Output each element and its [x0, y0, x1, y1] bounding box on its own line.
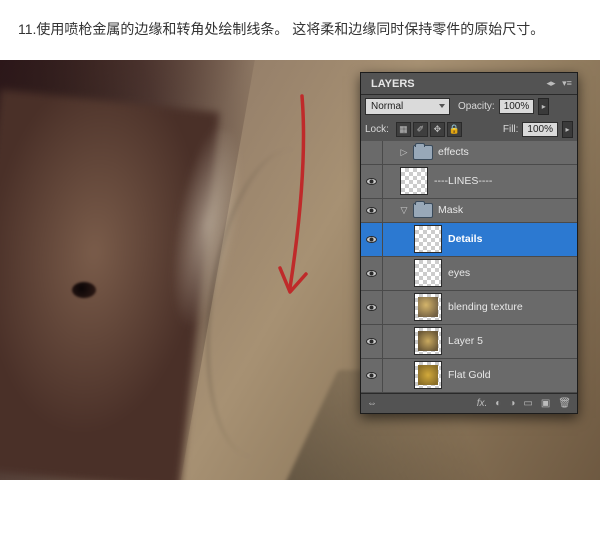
layer-eyes[interactable]: eyes [361, 257, 577, 291]
opacity-value[interactable]: 100% [499, 99, 535, 114]
artwork-navel [72, 282, 96, 298]
layers-panel: LAYERS ◂▸ ▾≡ Normal Opacity: 100% ▸ Lock… [360, 72, 578, 414]
fx-icon[interactable]: fx. [477, 398, 488, 409]
canvas[interactable]: LAYERS ◂▸ ▾≡ Normal Opacity: 100% ▸ Lock… [0, 60, 600, 480]
layer-label: eyes [448, 267, 470, 279]
annotation-arrow-icon [258, 90, 328, 320]
layer-blending-texture[interactable]: blending texture [361, 291, 577, 325]
visibility-eye-icon[interactable] [366, 338, 377, 345]
layer-label: blending texture [448, 301, 523, 313]
layer-label: effects [438, 146, 469, 158]
layer-thumbnail [414, 361, 442, 389]
layer-label: ----LINES---- [434, 175, 492, 187]
disclosure-icon[interactable]: ▽ [399, 205, 409, 215]
lock-transparency-icon[interactable]: ▦ [396, 122, 411, 137]
layer-label: Mask [438, 204, 463, 216]
new-group-icon[interactable]: ▭ [523, 398, 532, 409]
layer-thumbnail [414, 225, 442, 253]
panel-menu-icon[interactable]: ▾≡ [560, 77, 574, 89]
visibility-eye-icon[interactable] [366, 304, 377, 311]
layer-label: Layer 5 [448, 335, 483, 347]
layer-5[interactable]: Layer 5 [361, 325, 577, 359]
blend-mode-dropdown[interactable]: Normal [365, 98, 450, 115]
folder-icon [413, 203, 433, 218]
fill-label: Fill: [503, 124, 519, 135]
opacity-slider-icon[interactable]: ▸ [538, 98, 549, 115]
link-layers-icon[interactable]: ⇔ [367, 398, 383, 409]
lock-pixels-icon[interactable]: ✐ [413, 122, 428, 137]
visibility-eye-icon[interactable] [366, 207, 377, 214]
fill-slider-icon[interactable]: ▸ [562, 121, 573, 138]
adjustment-icon[interactable]: ◑ [509, 398, 515, 409]
visibility-eye-icon[interactable] [366, 236, 377, 243]
layer-thumbnail [414, 327, 442, 355]
panel-collapse-icon[interactable]: ◂▸ [544, 77, 558, 89]
layer-thumbnail [414, 293, 442, 321]
visibility-eye-icon[interactable] [366, 178, 377, 185]
opacity-label: Opacity: [458, 101, 495, 112]
lock-all-icon[interactable]: 🔒 [447, 122, 462, 137]
visibility-eye-icon[interactable] [366, 270, 377, 277]
panel-tab-layers[interactable]: LAYERS [361, 74, 425, 93]
layer-group-effects[interactable]: ▷ effects [361, 141, 577, 165]
layer-label: Details [448, 233, 482, 245]
visibility-eye-icon[interactable] [366, 372, 377, 379]
disclosure-icon[interactable]: ▷ [399, 147, 409, 157]
folder-icon [413, 145, 433, 160]
layer-group-mask[interactable]: ▽ Mask [361, 199, 577, 223]
layer-lines[interactable]: ----LINES---- [361, 165, 577, 199]
layer-label: Flat Gold [448, 369, 491, 381]
layer-flat-gold[interactable]: Flat Gold [361, 359, 577, 393]
lock-label: Lock: [365, 124, 389, 135]
layer-thumbnail [414, 259, 442, 287]
lock-position-icon[interactable]: ✥ [430, 122, 445, 137]
layer-list: ▷ effects ----LINES---- ▽ Mask [361, 141, 577, 393]
panel-tabbar: LAYERS ◂▸ ▾≡ [361, 73, 577, 95]
mask-icon[interactable]: ◐ [495, 398, 501, 409]
layer-details[interactable]: Details [361, 223, 577, 257]
layer-thumbnail [400, 167, 428, 195]
new-layer-icon[interactable]: ▣ [541, 398, 550, 409]
panel-footer: ⇔ fx. ◐ ◑ ▭ ▣ 🗑 [361, 393, 577, 413]
trash-icon[interactable]: 🗑 [558, 398, 571, 409]
fill-value[interactable]: 100% [522, 122, 558, 137]
instruction-text: 11.使用喷枪金属的边缘和转角处绘制线条。 这将柔和边缘同时保持零件的原始尺寸。 [0, 0, 600, 60]
